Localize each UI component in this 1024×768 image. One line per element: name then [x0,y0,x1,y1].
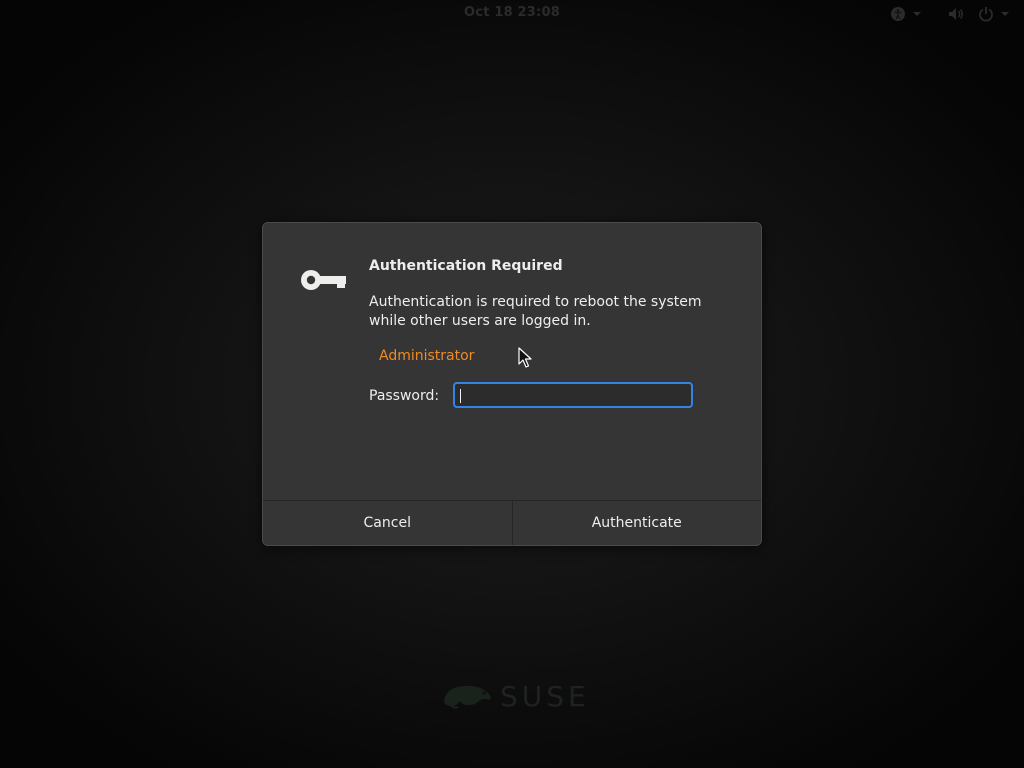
user-name: Administrator [379,348,475,364]
suse-logo: SUSE [440,679,590,713]
authentication-dialog: Authentication Required Authentication i… [262,222,762,546]
system-tray[interactable] [890,5,1010,23]
chevron-down-icon[interactable] [1000,6,1010,22]
key-icon [301,270,346,290]
password-label: Password: [369,388,440,404]
login-screen: Oct 18 23:08 Authentication Required Aut… [0,0,1024,768]
clock[interactable]: Oct 18 23:08 [0,5,1024,20]
text-caret [460,389,461,403]
cancel-button[interactable]: Cancel [263,501,513,545]
dialog-button-row: Cancel Authenticate [263,500,761,545]
power-icon[interactable] [978,6,994,22]
password-input[interactable] [453,382,693,408]
dialog-description: Authentication is required to reboot the… [369,294,702,329]
mouse-pointer-icon [518,347,532,368]
dialog-title: Authentication Required [369,258,563,274]
logo-text: SUSE [500,679,590,713]
accessibility-icon[interactable] [890,6,906,22]
chevron-down-icon[interactable] [912,6,922,22]
top-bar: Oct 18 23:08 [0,0,1024,27]
chameleon-logo-icon [444,685,491,709]
authenticate-button[interactable]: Authenticate [512,501,761,545]
volume-icon[interactable] [948,6,964,22]
